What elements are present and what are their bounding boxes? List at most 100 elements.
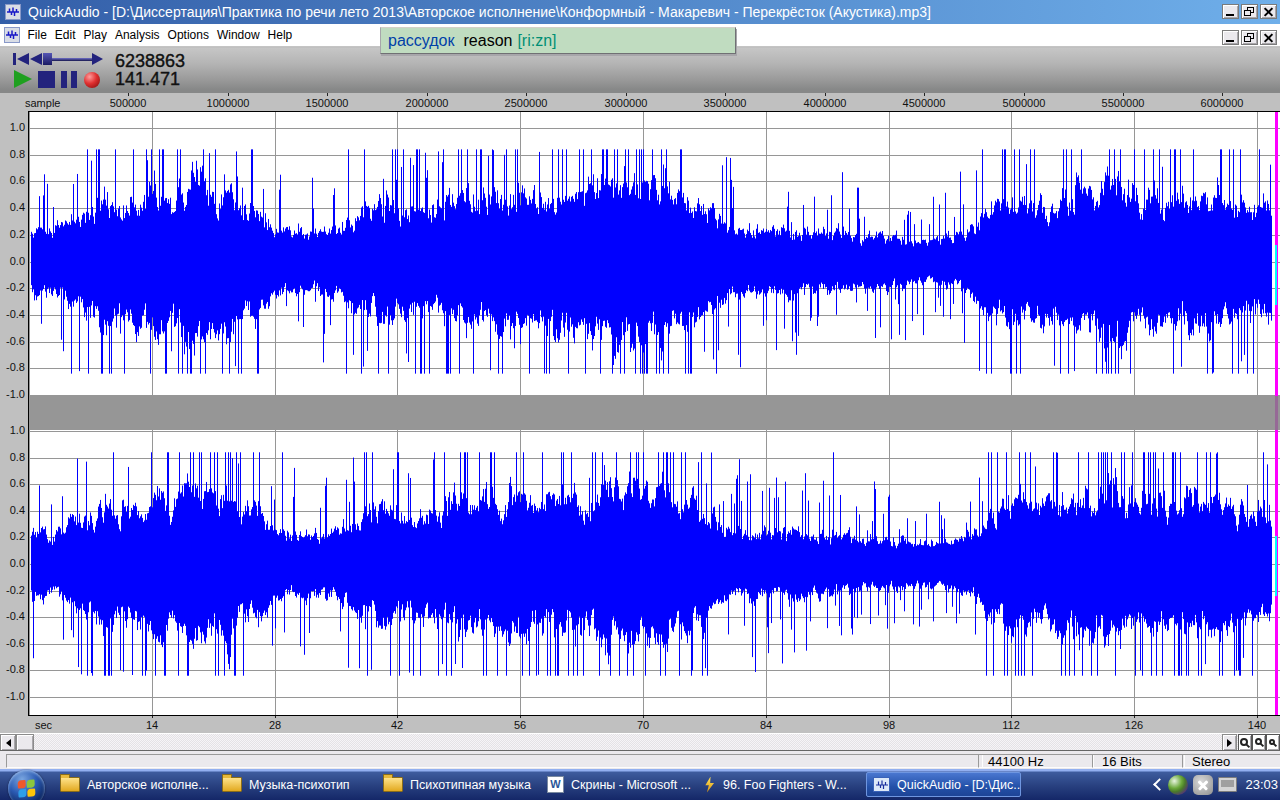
taskbar-task-0[interactable]: Авторское исполне... [60, 772, 218, 797]
sample-tick-label: 1500000 [292, 97, 362, 109]
waveform-border-top [28, 111, 1280, 112]
sample-tick-label: 3500000 [690, 97, 760, 109]
sec-tick [1257, 716, 1258, 718]
sample-tick-label: 5000000 [989, 97, 1059, 109]
taskbar-task-2[interactable]: Психотипная музыка [383, 772, 541, 797]
tray-display-icon[interactable] [1218, 777, 1237, 792]
folder-icon [383, 777, 403, 792]
waveform-canvas[interactable] [29, 112, 1280, 715]
tray-media-icon[interactable] [1168, 775, 1188, 795]
sample-tick [924, 93, 925, 96]
scrollbar-thumb[interactable] [16, 734, 34, 751]
start-button[interactable] [8, 770, 45, 800]
tray-clock: 23:03 [1245, 777, 1278, 792]
status-sample-rate: 44100 Hz [978, 754, 1094, 768]
close-button[interactable] [1260, 4, 1277, 19]
skip-start-bar-icon[interactable] [13, 53, 16, 65]
status-channel-mode: Stereo [1182, 754, 1280, 768]
system-tray: 23:03 [1155, 769, 1280, 800]
taskbar: Авторское исполне...Музыка-психотип Психо… [0, 769, 1280, 800]
zoom-full-button[interactable] [1266, 734, 1280, 751]
zoom-out-button[interactable] [1252, 734, 1266, 751]
title-bar: QuickAudio - [D:\Диссертация\Практика по… [0, 0, 1280, 24]
sec-tick [643, 716, 644, 718]
task-label: QuickAudio - [D:\Дис... [897, 778, 1021, 792]
rewind-icon[interactable] [30, 53, 42, 65]
sec-tick-label: 56 [485, 719, 555, 731]
child-minimize-button[interactable] [1222, 30, 1239, 45]
sec-tick-label: 28 [240, 719, 310, 731]
amplitude-label: 1.0 [0, 424, 25, 436]
menu-window[interactable]: Window [213, 24, 264, 47]
amplitude-label: 0.8 [0, 451, 25, 463]
taskbar-task-3[interactable]: WСкрины - Microsoft ... [547, 772, 705, 797]
word-icon: W [547, 776, 564, 793]
menu-analysis[interactable]: Analysis [111, 24, 164, 47]
amplitude-label: 0.4 [0, 504, 25, 516]
menu-play[interactable]: Play [80, 24, 111, 47]
pause-button[interactable] [61, 71, 67, 88]
app-waveform-icon [5, 4, 21, 20]
amplitude-label: -0.6 [0, 335, 25, 347]
sample-tick [626, 93, 627, 96]
dictionary-popup: рассудок reason [ri:zn] [380, 27, 736, 54]
child-restore-button[interactable] [1241, 30, 1258, 45]
menu-help[interactable]: Help [264, 24, 297, 47]
window-title: QuickAudio - [D:\Диссертация\Практика по… [28, 4, 931, 20]
sample-tick [327, 93, 328, 96]
scroll-left-button[interactable] [0, 734, 16, 751]
position-slider-thumb[interactable] [43, 53, 52, 65]
sample-ruler[interactable]: sample 500000100000015000002000000250000… [0, 93, 1280, 111]
position-seconds: 141.471 [115, 69, 180, 90]
skip-start-icon[interactable] [17, 53, 29, 65]
sec-tick-label: 84 [731, 719, 801, 731]
forward-icon[interactable] [92, 53, 103, 65]
sample-tick-label: 500000 [93, 97, 163, 109]
sample-tick-label: 1000000 [193, 97, 263, 109]
sample-tick [725, 93, 726, 96]
sample-tick [1024, 93, 1025, 96]
position-slider-track[interactable] [52, 58, 92, 61]
sample-tick [1123, 93, 1124, 96]
taskbar-task-1[interactable]: Музыка-психотип [222, 772, 380, 797]
scroll-right-button[interactable] [1222, 734, 1237, 751]
sec-tick [889, 716, 890, 718]
sample-tick-label: 2500000 [491, 97, 561, 109]
scrollbar-track[interactable] [0, 734, 1280, 751]
amplitude-label: -0.2 [0, 281, 25, 293]
quickaudio-icon [873, 777, 890, 792]
horizontal-scrollbar[interactable] [0, 733, 1280, 751]
menu-file[interactable]: File [24, 24, 51, 47]
zoom-in-button[interactable] [1238, 734, 1252, 751]
sample-tick [128, 93, 129, 96]
tray-collapse-chevron-icon[interactable] [1154, 778, 1167, 791]
task-label: Психотипная музыка [410, 778, 531, 792]
menu-items: FileEditPlayAnalysisOptionsWindowHelp [24, 24, 297, 47]
play-button[interactable] [14, 70, 32, 88]
sec-tick-label: 70 [608, 719, 678, 731]
seconds-ruler-unit: sec [35, 719, 52, 731]
record-button[interactable] [84, 72, 100, 88]
child-close-button[interactable] [1260, 30, 1277, 45]
task-label: 96. Foo Fighters - W... [723, 778, 847, 792]
menu-edit[interactable]: Edit [51, 24, 80, 47]
tray-muted-icon[interactable] [1193, 775, 1213, 795]
taskbar-task-4[interactable]: 96. Foo Fighters - W... [703, 772, 861, 797]
sec-tick [766, 716, 767, 718]
seconds-ruler[interactable]: sec 14284256708498112126140 [0, 716, 1280, 733]
status-bar: 44100 Hz 16 Bits Stereo [0, 750, 1280, 769]
taskbar-task-5[interactable]: QuickAudio - [D:\Дис... [866, 772, 1021, 797]
restore-button[interactable] [1241, 4, 1258, 19]
document-waveform-icon[interactable] [4, 27, 20, 43]
stop-button[interactable] [38, 71, 55, 88]
minimize-button[interactable] [1222, 4, 1239, 19]
amplitude-label: 0.4 [0, 201, 25, 213]
sample-tick [526, 93, 527, 96]
amplitude-label: 0.6 [0, 477, 25, 489]
waveform-display[interactable]: 1.00.80.60.40.20.0-0.2-0.4-0.6-0.8-1.0 1… [0, 111, 1280, 716]
menu-options[interactable]: Options [164, 24, 213, 47]
amplitude-label: 0.8 [0, 148, 25, 160]
amplitude-label: 0.0 [0, 255, 25, 267]
dictionary-word: рассудок [388, 32, 455, 50]
dictionary-translation: reason [464, 32, 513, 50]
